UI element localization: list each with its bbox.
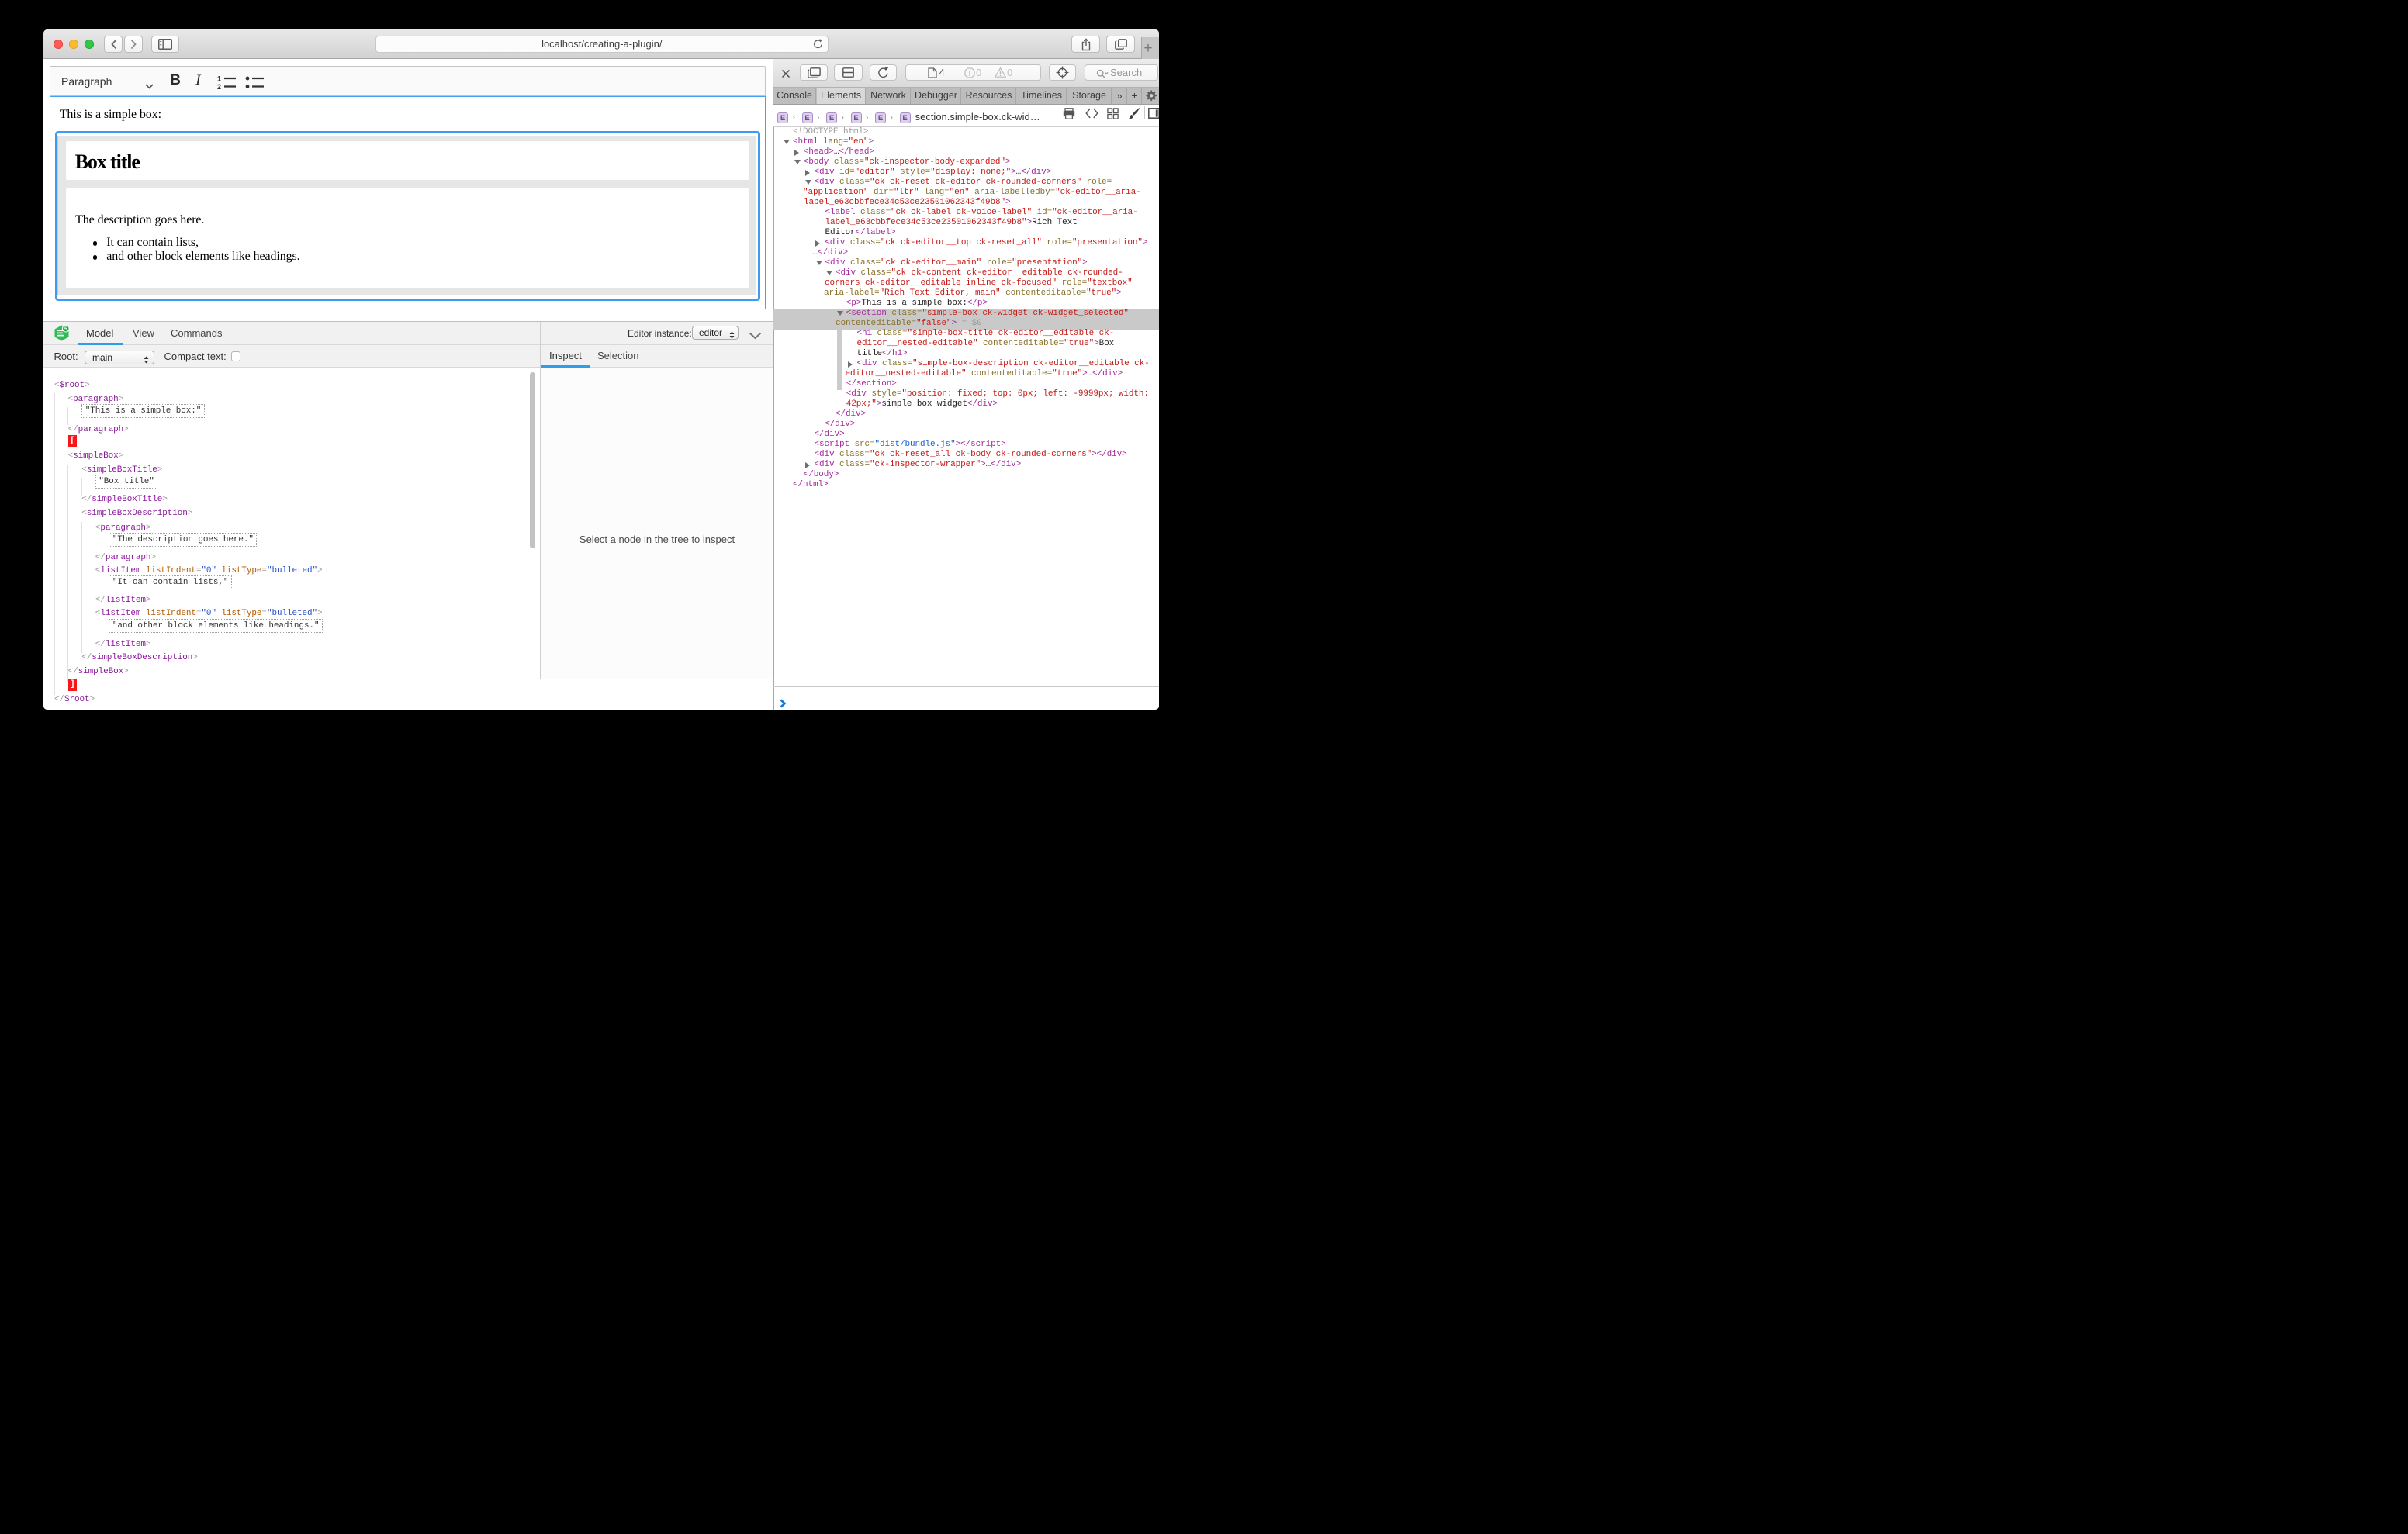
svg-text:1: 1 (217, 74, 221, 82)
svg-text:2: 2 (217, 83, 221, 90)
svg-text:5: 5 (64, 326, 67, 332)
